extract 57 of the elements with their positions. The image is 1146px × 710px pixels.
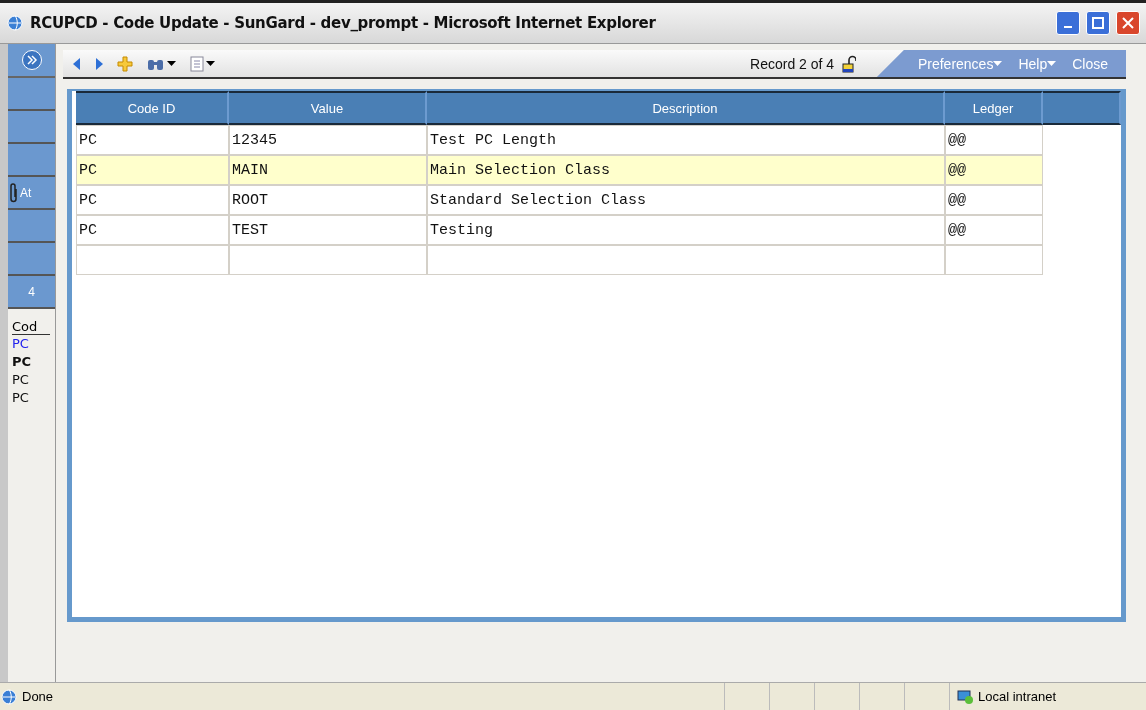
table-cell: Test PC Length <box>427 125 945 155</box>
record-item[interactable]: PC <box>12 335 55 353</box>
table-cell: Main Selection Class <box>427 155 945 185</box>
sidebar-button[interactable]: At <box>8 177 55 210</box>
zone-indicator: Local intranet <box>949 683 1146 710</box>
maximize-icon <box>1092 17 1104 29</box>
table-cell: @@ <box>945 155 1043 185</box>
list-header: Cod <box>12 319 50 335</box>
add-button[interactable] <box>117 55 133 72</box>
menu-link[interactable]: Help <box>1018 55 1057 72</box>
minimize-icon <box>1064 26 1072 28</box>
table-cell: PC <box>76 125 229 155</box>
globe-icon <box>0 687 18 706</box>
forward-button[interactable] <box>95 57 103 70</box>
table-cell: ROOT <box>229 185 427 215</box>
caret-icon <box>167 60 176 67</box>
record-item[interactable]: PC <box>12 371 55 389</box>
close-icon <box>1122 17 1134 29</box>
window-title: RCUPCD - Code Update - SunGard - dev_prompt - Microsoft Internet Explorer <box>30 14 657 32</box>
column-header[interactable]: Description <box>427 91 945 125</box>
maximize-button[interactable] <box>1086 11 1110 35</box>
minimize-button[interactable] <box>1056 11 1080 35</box>
sidebar-button[interactable] <box>8 111 55 144</box>
table-cell: Testing <box>427 215 945 245</box>
column-header[interactable]: Code ID <box>76 91 229 125</box>
table-cell: @@ <box>945 215 1043 245</box>
table-cell: PC <box>76 215 229 245</box>
status-text: Done <box>22 689 55 704</box>
table-cell: @@ <box>945 125 1043 155</box>
column-header[interactable]: Value <box>229 91 427 125</box>
report-button[interactable] <box>190 55 215 72</box>
table-cell: MAIN <box>229 155 427 185</box>
sidebar-button[interactable]: 4 <box>8 276 55 309</box>
table-cell: TEST <box>229 215 427 245</box>
table-cell: PC <box>76 185 229 215</box>
record-item[interactable]: PC <box>12 353 55 371</box>
paperclip-icon <box>10 182 18 203</box>
sidebar-button[interactable] <box>8 78 55 111</box>
menu-link[interactable]: Preferences <box>917 55 1003 72</box>
table-cell: Standard Selection Class <box>427 185 945 215</box>
table-cell: PC <box>76 155 229 185</box>
record-counter: Record 2 of 4 <box>750 50 872 77</box>
table-cell: @@ <box>945 185 1043 215</box>
table-cell: 12345 <box>229 125 427 155</box>
globe-icon <box>6 14 24 32</box>
sidebar-button[interactable] <box>8 144 55 177</box>
network-icon <box>956 688 974 705</box>
menu-link[interactable]: Close <box>1072 55 1108 72</box>
caret-icon <box>206 60 215 67</box>
column-header[interactable]: Ledger <box>945 91 1043 125</box>
record-item[interactable]: PC <box>12 389 55 407</box>
double-chevron-icon <box>25 55 38 65</box>
sidebar-button[interactable] <box>8 243 55 276</box>
sidebar-button[interactable] <box>8 210 55 243</box>
back-button[interactable] <box>73 57 81 70</box>
close-button[interactable] <box>1116 11 1140 35</box>
expand-button[interactable] <box>21 50 42 70</box>
